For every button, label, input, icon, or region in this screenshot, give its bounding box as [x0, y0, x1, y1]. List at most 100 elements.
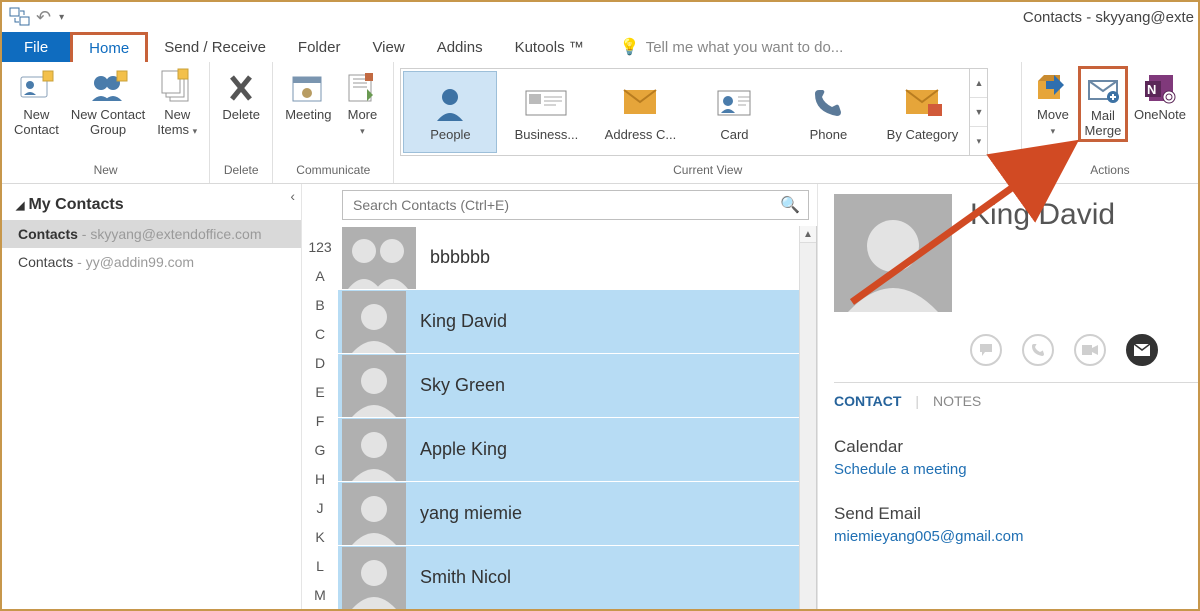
nav-item-prefix: Contacts — [18, 254, 73, 270]
move-button[interactable]: Move▾ — [1028, 66, 1078, 140]
contact-row[interactable]: Sky Green — [338, 354, 816, 418]
alpha-123[interactable]: 123 — [302, 232, 338, 261]
contact-email-link[interactable]: miemieyang005@gmail.com — [834, 528, 1023, 545]
calendar-meeting-icon — [291, 68, 325, 108]
tab-send-receive[interactable]: Send / Receive — [148, 32, 282, 62]
view-people-label: People — [430, 127, 470, 142]
alpha-k[interactable]: K — [302, 522, 338, 551]
new-contact-icon — [19, 68, 53, 108]
tell-me-search[interactable]: 💡 Tell me what you want to do... — [620, 32, 844, 62]
move-label: Move▾ — [1037, 108, 1069, 138]
alpha-j[interactable]: J — [302, 493, 338, 522]
alpha-g[interactable]: G — [302, 435, 338, 464]
scroll-up-button[interactable]: ▲ — [800, 226, 816, 243]
view-people[interactable]: People — [403, 71, 497, 153]
gallery-scroll-down[interactable]: ▼ — [970, 98, 987, 127]
view-by-category[interactable]: By Category — [875, 69, 969, 155]
search-contacts-box[interactable]: 🔍 — [342, 190, 809, 220]
view-card[interactable]: Card — [687, 69, 781, 155]
meeting-label: Meeting — [285, 108, 331, 123]
new-items-button[interactable]: New Items ▾ — [151, 66, 203, 140]
view-phone[interactable]: Phone — [781, 69, 875, 155]
delete-button[interactable]: Delete — [216, 66, 266, 125]
tab-kutools[interactable]: Kutools ™ — [499, 32, 600, 62]
ribbon-group-actions: Move▾ Mail Merge N OneNote Actions — [1022, 62, 1198, 183]
search-wrap: 🔍 — [338, 184, 817, 226]
tab-home[interactable]: Home — [70, 32, 148, 62]
tab-addins[interactable]: Addins — [421, 32, 499, 62]
search-input[interactable] — [351, 196, 780, 214]
move-icon — [1036, 68, 1070, 108]
ribbon-group-current-view-label: Current View — [394, 163, 1021, 183]
tab-folder[interactable]: Folder — [282, 32, 357, 62]
meeting-button[interactable]: Meeting — [279, 66, 337, 125]
ribbon-tabs: File Home Send / Receive Folder View Add… — [2, 32, 1198, 62]
search-icon[interactable]: 🔍 — [780, 195, 800, 215]
new-items-label: New Items ▾ — [157, 108, 197, 138]
navigation-pane: ‹ ◢ My Contacts Contacts - skyyang@exten… — [2, 184, 302, 609]
onenote-button[interactable]: N OneNote — [1128, 66, 1192, 125]
qat-dropdown-icon[interactable]: ▾ — [59, 12, 64, 23]
contact-list-pane: 123 A B C D E F G H J K L M 🔍 — [302, 184, 818, 609]
card-view-icon — [714, 83, 754, 123]
alpha-b[interactable]: B — [302, 290, 338, 319]
tab-contact[interactable]: CONTACT — [834, 393, 901, 411]
ribbon-group-actions-label: Actions — [1022, 163, 1198, 183]
contact-name: bbbbbb — [430, 247, 490, 268]
email-action-icon[interactable] — [1126, 334, 1158, 366]
alpha-h[interactable]: H — [302, 464, 338, 493]
schedule-meeting-link[interactable]: Schedule a meeting — [834, 461, 967, 478]
calendar-section-title: Calendar — [834, 437, 1198, 457]
new-contact-group-button[interactable]: New Contact Group — [65, 66, 151, 140]
contact-row[interactable]: bbbbbb — [338, 226, 816, 290]
alpha-a[interactable]: A — [302, 261, 338, 290]
alpha-c[interactable]: C — [302, 319, 338, 348]
contact-row[interactable]: Smith Nicol — [338, 546, 816, 609]
new-items-icon — [162, 68, 192, 108]
tab-file[interactable]: File — [2, 32, 70, 62]
tab-notes[interactable]: NOTES — [933, 393, 981, 411]
ribbon-group-current-view: People Business... Address C... Card Pho… — [394, 62, 1022, 183]
alpha-d[interactable]: D — [302, 348, 338, 377]
contact-photo — [834, 194, 952, 312]
reading-pane-tabs: CONTACT | NOTES — [834, 393, 1198, 411]
alpha-l[interactable]: L — [302, 551, 338, 580]
list-scrollbar[interactable]: ▲ — [799, 226, 816, 609]
nav-collapse-button[interactable]: ‹ — [290, 188, 295, 204]
alpha-m[interactable]: M — [302, 580, 338, 609]
gallery-scroll-up[interactable]: ▲ — [970, 69, 987, 98]
alpha-e[interactable]: E — [302, 377, 338, 406]
chat-action-icon[interactable] — [970, 334, 1002, 366]
more-communicate-button[interactable]: More▾ — [337, 66, 387, 140]
alpha-f[interactable]: F — [302, 406, 338, 435]
video-action-icon[interactable] — [1074, 334, 1106, 366]
current-view-gallery: People Business... Address C... Card Pho… — [400, 68, 988, 156]
mail-merge-label: Mail Merge — [1085, 109, 1122, 139]
avatar-icon — [342, 419, 406, 481]
my-contacts-header[interactable]: ◢ My Contacts — [2, 194, 301, 220]
more-communicate-label: More▾ — [348, 108, 378, 138]
main-area: ‹ ◢ My Contacts Contacts - skyyang@exten… — [2, 184, 1198, 609]
nav-item-contacts-skyyang[interactable]: Contacts - skyyang@extendoffice.com — [2, 220, 301, 248]
ribbon-group-communicate: Meeting More▾ Communicate — [273, 62, 394, 183]
send-receive-all-icon[interactable] — [10, 8, 28, 26]
view-business-card[interactable]: Business... — [499, 69, 593, 155]
view-business-label: Business... — [515, 127, 579, 142]
nav-item-account: - yy@addin99.com — [73, 254, 194, 270]
contact-row[interactable]: Apple King — [338, 418, 816, 482]
new-contact-button[interactable]: New Contact — [8, 66, 65, 140]
view-address-card[interactable]: Address C... — [593, 69, 687, 155]
alpha-index: 123 A B C D E F G H J K L M — [302, 184, 338, 609]
more-communicate-icon — [345, 68, 379, 108]
contact-row[interactable]: King David — [338, 290, 816, 354]
gallery-expand[interactable]: ▾ — [970, 127, 987, 155]
call-action-icon[interactable] — [1022, 334, 1054, 366]
undo-icon[interactable]: ↶ — [36, 7, 51, 28]
nav-item-contacts-yy[interactable]: Contacts - yy@addin99.com — [2, 248, 301, 276]
tab-view[interactable]: View — [356, 32, 420, 62]
contact-name: Sky Green — [420, 375, 505, 396]
delete-label: Delete — [222, 108, 260, 123]
contact-row[interactable]: yang miemie — [338, 482, 816, 546]
avatar-icon — [342, 227, 416, 289]
mail-merge-button[interactable]: Mail Merge — [1078, 66, 1128, 142]
